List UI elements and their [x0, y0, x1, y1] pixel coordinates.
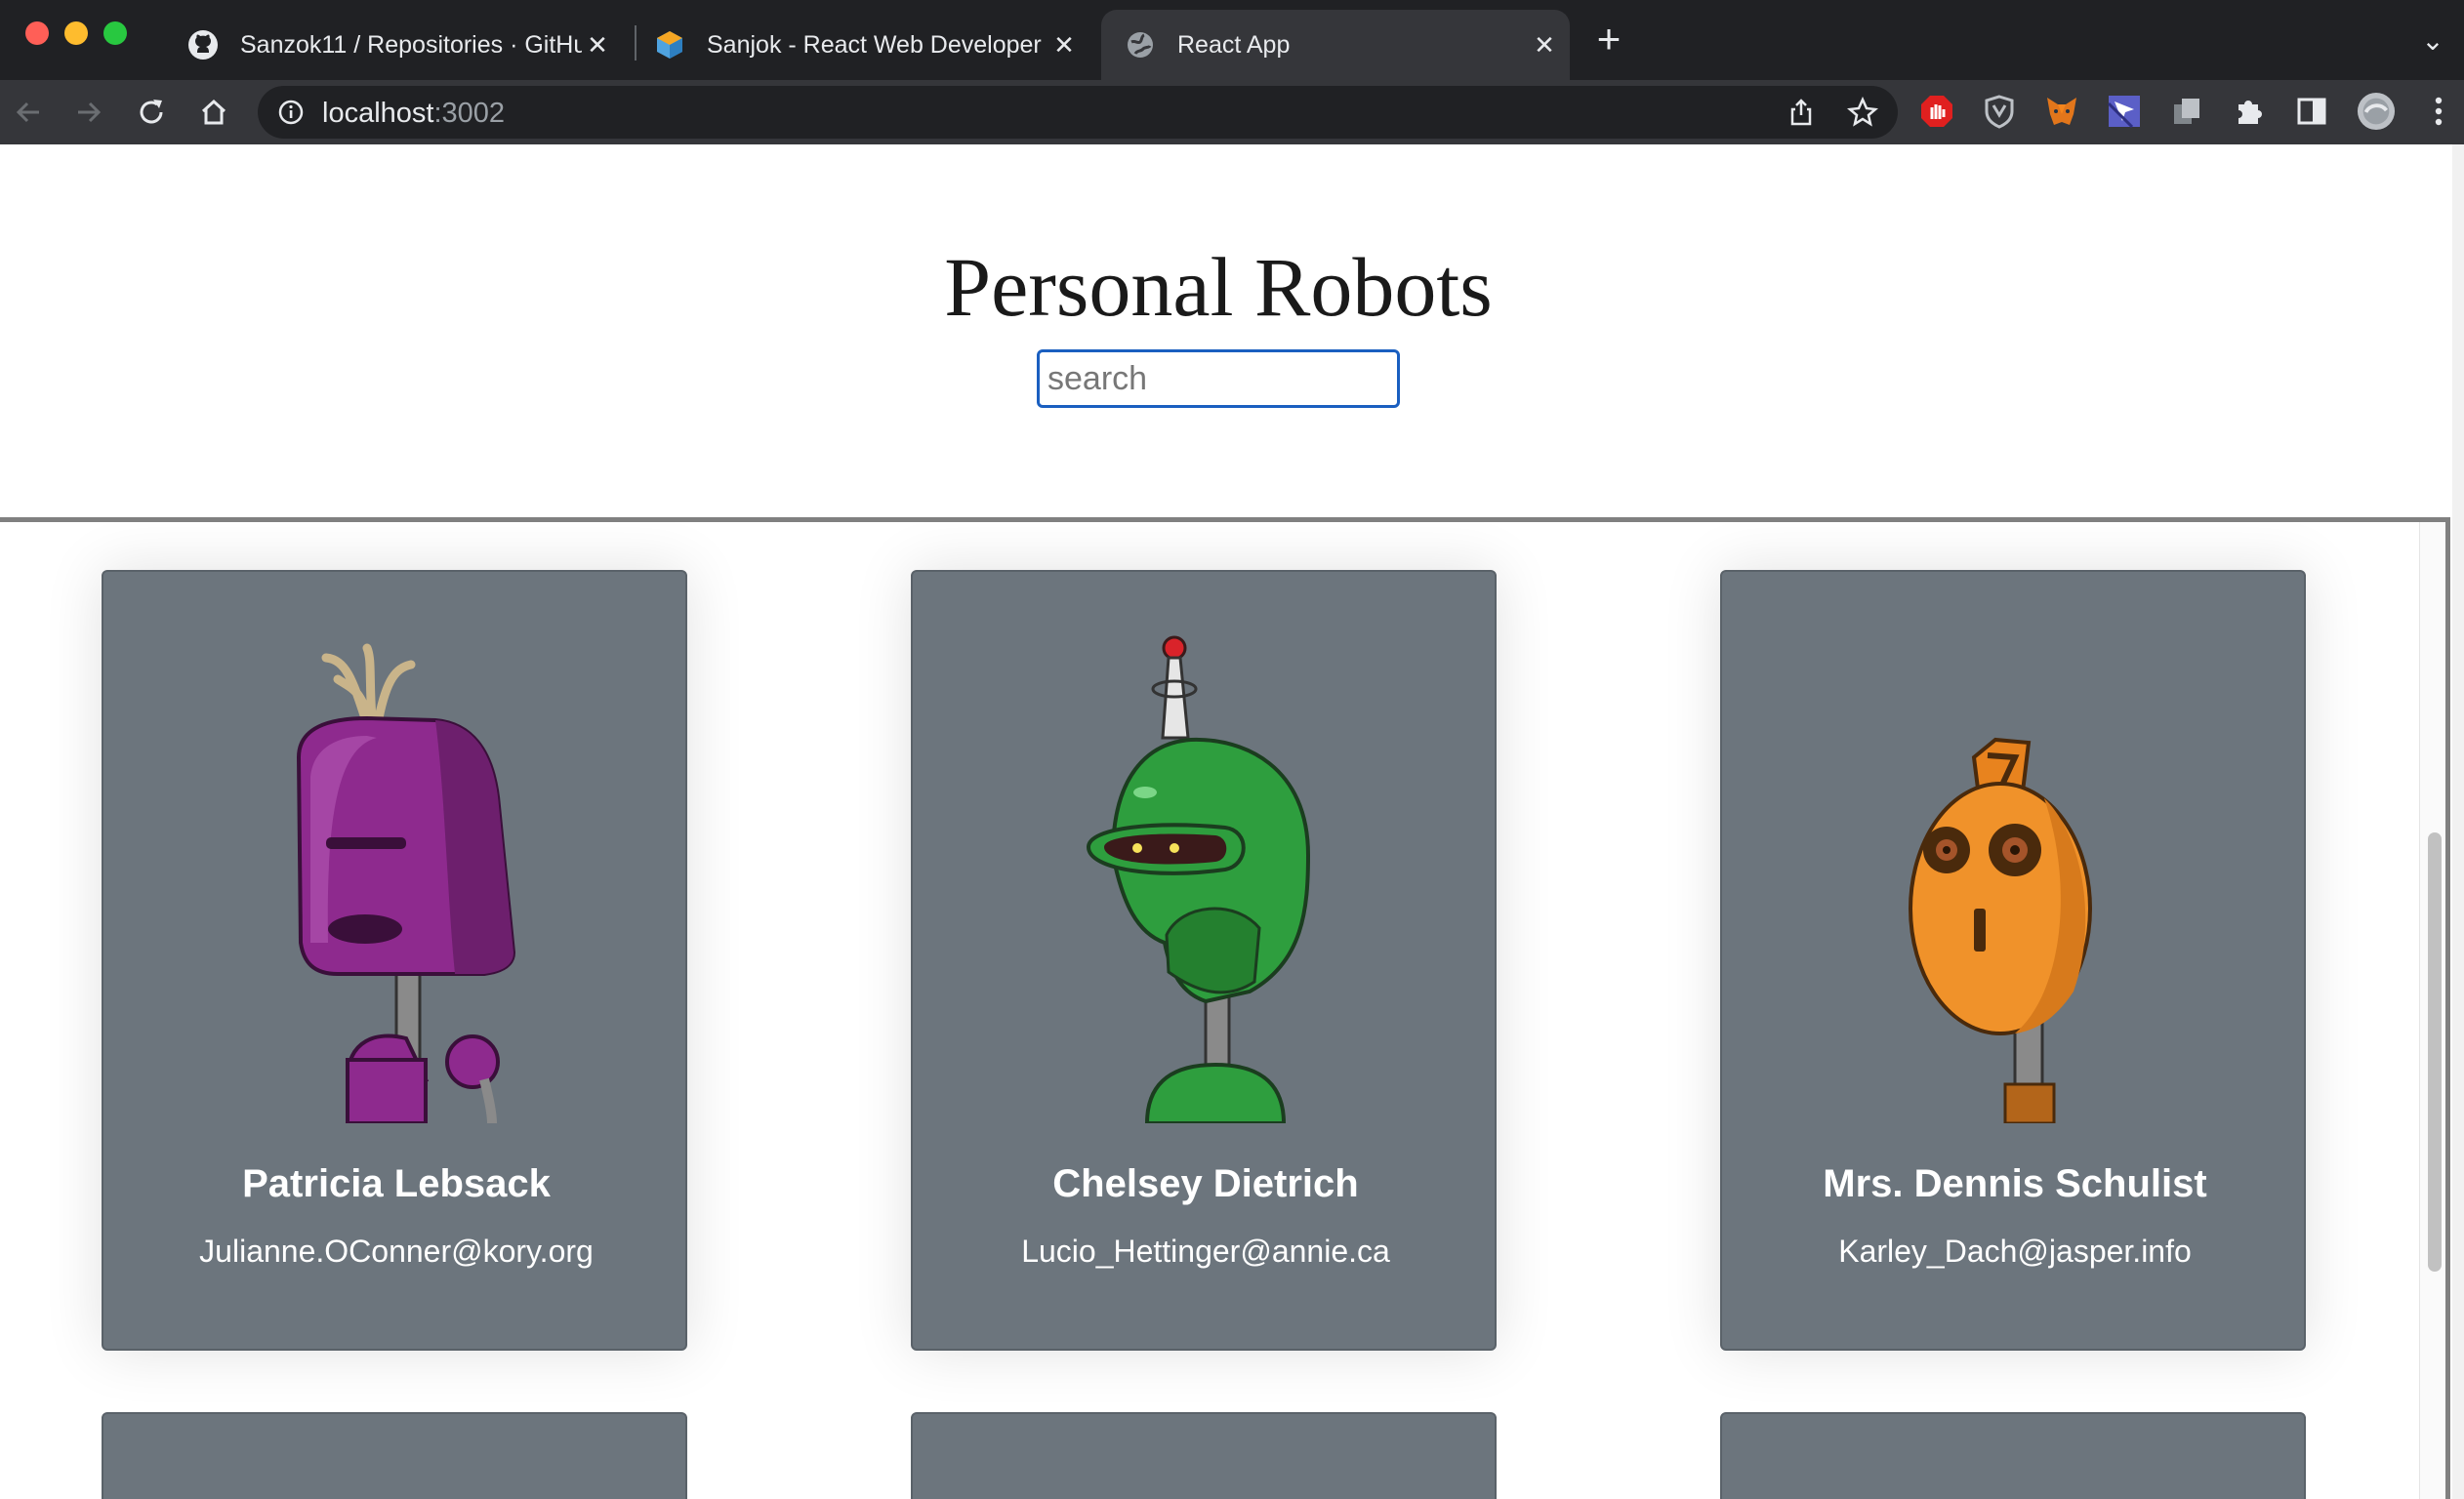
tab-portfolio[interactable]: Sanjok - React Web Developer ✕: [654, 10, 1089, 80]
robot-avatar-image: [103, 572, 689, 1123]
robot-avatar-image: [913, 572, 1499, 1123]
address-bar[interactable]: localhost:3002: [258, 86, 1898, 139]
share-icon[interactable]: [1786, 98, 1816, 127]
browser-tab-strip: Sanzok11 / Repositories · GitHub ✕ Sanjo…: [0, 0, 2464, 80]
adblock-icon[interactable]: [1917, 92, 1956, 131]
robot-card[interactable]: Patricia Lebsack Julianne.OConner@kory.o…: [102, 570, 687, 1351]
puzzle-icon[interactable]: [2230, 92, 2269, 131]
robot-email: Julianne.OConner@kory.org: [199, 1234, 594, 1269]
forward-button[interactable]: [66, 90, 111, 135]
close-icon[interactable]: ✕: [584, 30, 611, 60]
close-window-button[interactable]: [25, 21, 49, 45]
minimize-window-button[interactable]: [64, 21, 88, 45]
info-icon: [278, 100, 304, 125]
arrow-right-icon: [78, 101, 102, 123]
reload-button[interactable]: [129, 90, 174, 135]
robot-card[interactable]: [102, 1412, 687, 1499]
tab-title: Sanjok - React Web Developer: [707, 30, 1042, 59]
page-viewport: Personal Robots search Patricia Lebsack …: [0, 144, 2464, 1499]
reload-icon: [140, 100, 163, 124]
hexagon-icon: [654, 29, 685, 61]
page-header: Personal Robots: [0, 144, 2448, 520]
tab-react-app[interactable]: React App ✕: [1101, 10, 1570, 80]
copy-icon[interactable]: [2167, 92, 2206, 131]
robot-card[interactable]: [1720, 1412, 2306, 1499]
cursor-icon[interactable]: [2105, 92, 2144, 131]
robot-name: Mrs. Dennis Schulist: [1823, 1162, 2207, 1205]
search-input[interactable]: [1037, 349, 1400, 408]
scrollbar-thumb[interactable]: [2428, 832, 2442, 1272]
arrow-left-icon: [16, 101, 39, 123]
robot-name: Patricia Lebsack: [242, 1162, 551, 1205]
star-icon[interactable]: [1847, 97, 1878, 128]
sidebar-icon[interactable]: [2292, 92, 2331, 131]
robot-card[interactable]: Chelsey Dietrich Lucio_Hettinger@annie.c…: [911, 570, 1497, 1351]
page-title: Personal Robots: [944, 240, 1493, 334]
robot-avatar-image: [1722, 572, 2308, 1123]
browser-toolbar: localhost:3002: [0, 80, 2464, 144]
close-icon[interactable]: ✕: [1050, 30, 1078, 60]
shield-icon[interactable]: [1980, 92, 2019, 131]
robot-card-list[interactable]: Patricia Lebsack Julianne.OConner@kory.o…: [0, 517, 2450, 1499]
maximize-window-button[interactable]: [103, 21, 127, 45]
robot-card[interactable]: [911, 1412, 1497, 1499]
back-button[interactable]: [6, 90, 51, 135]
robot-card[interactable]: Mrs. Dennis Schulist Karley_Dach@jasper.…: [1720, 570, 2306, 1351]
tab-divider: [635, 25, 637, 61]
tab-github[interactable]: Sanzok11 / Repositories · GitHub ✕: [187, 10, 623, 80]
kebab-menu-icon[interactable]: [2419, 92, 2458, 131]
new-tab-button[interactable]: +: [1589, 19, 1628, 60]
card-list-scrollbar[interactable]: [2419, 522, 2445, 1499]
tab-title: Sanzok11 / Repositories · GitHub: [240, 30, 582, 59]
github-icon: [187, 29, 219, 61]
chevron-down-icon[interactable]: ⌄: [2413, 21, 2452, 61]
home-button[interactable]: [191, 90, 236, 135]
fox-icon[interactable]: [2042, 92, 2081, 131]
close-icon[interactable]: ✕: [1531, 30, 1558, 60]
globe-icon: [1125, 29, 1156, 61]
tab-title: React App: [1177, 30, 1291, 59]
robot-email: Lucio_Hettinger@annie.ca: [1021, 1234, 1390, 1269]
robot-name: Chelsey Dietrich: [1052, 1162, 1359, 1205]
home-icon: [201, 99, 226, 125]
profile-avatar[interactable]: [2357, 92, 2396, 131]
page-scrollbar[interactable]: [2452, 144, 2464, 1499]
robot-email: Karley_Dach@jasper.info: [1838, 1234, 2192, 1269]
url-text[interactable]: localhost:3002: [322, 98, 505, 130]
